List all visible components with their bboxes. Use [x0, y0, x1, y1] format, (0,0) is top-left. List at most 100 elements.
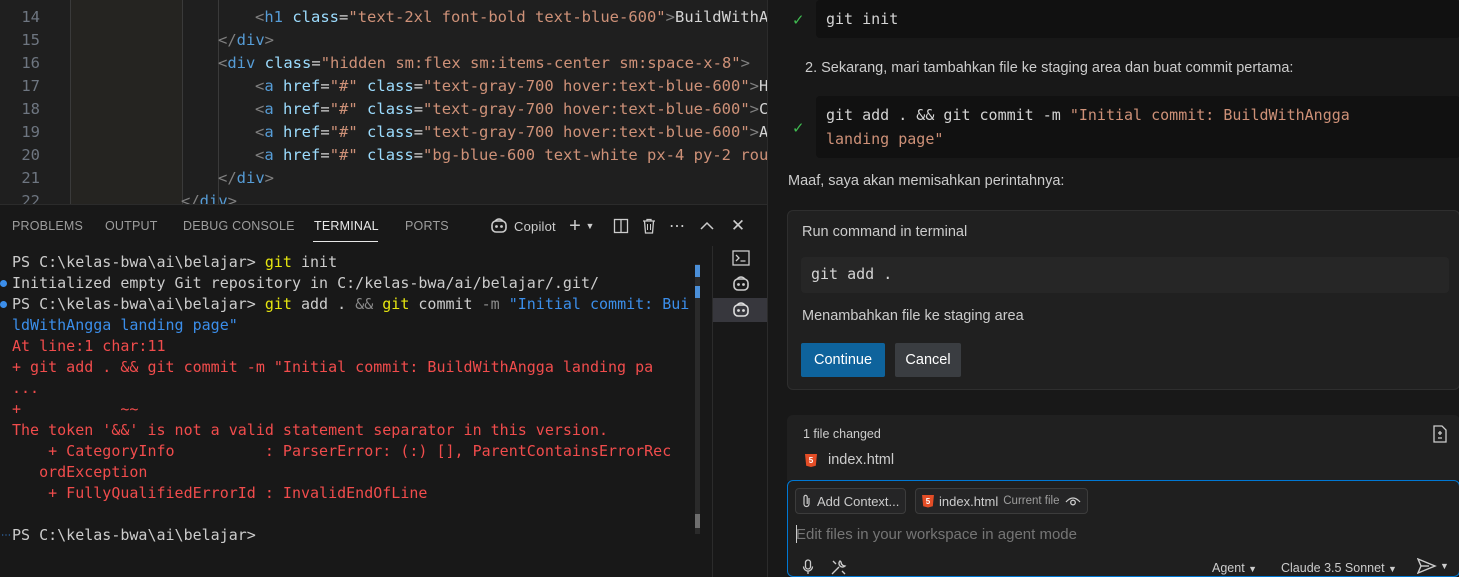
code-block-git-commit: git add . && git commit -m "Initial comm… [816, 96, 1459, 158]
copilot-icon[interactable] [490, 217, 508, 235]
scroll-marker [695, 514, 700, 528]
chat-input[interactable] [796, 523, 1436, 545]
mode-label: Agent [1212, 561, 1245, 575]
close-panel-icon[interactable]: ✕ [729, 216, 747, 235]
code-text: <a href="#" class="text-gray-700 hover:t… [255, 100, 767, 118]
command-text: git add . [811, 265, 893, 283]
maximize-panel-icon[interactable] [698, 217, 716, 235]
terminal-line: + git add . && git commit -m "Initial co… [12, 358, 654, 376]
view-changes-icon[interactable] [1432, 425, 1448, 448]
tab-debug-console[interactable]: DEBUG CONSOLE [183, 219, 295, 233]
tab-ports[interactable]: PORTS [405, 219, 449, 233]
line-number: 21 [21, 169, 40, 187]
command-decoration-icon[interactable]: ⋯ [1, 530, 11, 541]
changed-file-name[interactable]: index.html [828, 452, 894, 468]
code-text: <a href="#" class="text-gray-700 hover:t… [255, 123, 767, 141]
terminal-scrollbar[interactable] [695, 264, 700, 534]
cancel-button[interactable]: Cancel [895, 343, 961, 377]
terminal-line: + FullyQualifiedErrorId : InvalidEndOfLi… [12, 484, 428, 502]
run-command-code: git add . [801, 257, 1449, 293]
model-dropdown[interactable]: Claude 3.5 Sonnet ▼ [1281, 561, 1397, 575]
chat-composer: Add Context... 5 index.html Current file… [787, 480, 1459, 577]
line-number: 14 [21, 8, 40, 26]
code-line: 15 </div> [0, 29, 767, 52]
continue-button[interactable]: Continue [801, 343, 885, 377]
terminal-line: The token '&&' is not a valid statement … [12, 421, 609, 439]
run-command-card: Run command in terminal git add . Menamb… [787, 210, 1459, 390]
code-line: 16 <div class="hidden sm:flex sm:items-ce… [0, 52, 767, 75]
html-file-icon: 5 [922, 494, 934, 508]
terminal-line: + CategoryInfo : ParserError: (:) [], Pa… [12, 442, 672, 460]
chevron-down-icon[interactable]: ▼ [584, 217, 596, 235]
command-string: "Initial commit: BuildWithAngga [1069, 106, 1350, 124]
tab-problems[interactable]: PROBLEMS [12, 219, 83, 233]
eye-icon [1065, 497, 1080, 506]
terminal-line: At line:1 char:11 [12, 337, 166, 355]
code-text: </div> [218, 31, 275, 49]
current-file-tag: Current file [1003, 495, 1060, 507]
copilot-label[interactable]: Copilot [514, 219, 556, 234]
chevron-down-icon[interactable]: ▼ [1440, 561, 1449, 571]
code-text: <h1 class="text-2xl font-bold text-blue-… [255, 8, 767, 26]
terminal-list-item-powershell[interactable] [713, 246, 768, 270]
code-block-git-init: git init [816, 0, 1459, 38]
command-string: landing page" [826, 130, 944, 148]
line-number: 19 [21, 123, 40, 141]
add-context-label: Add Context... [817, 493, 900, 509]
code-line: 18 <a href="#" class="text-gray-700 hover… [0, 98, 767, 121]
tools-icon[interactable] [830, 559, 847, 577]
terminal-output[interactable]: PS C:\kelas-bwa\ai\belajar> git init Init… [0, 246, 712, 577]
active-tab-indicator [313, 241, 378, 242]
scroll-marker [695, 286, 700, 298]
panel-tab-bar: PROBLEMS OUTPUT DEBUG CONSOLE TERMINAL P… [0, 204, 767, 246]
command-text: git add . && git commit -m [826, 106, 1070, 124]
tab-output[interactable]: OUTPUT [105, 219, 158, 233]
chevron-down-icon: ▼ [1388, 564, 1397, 574]
check-icon: ✓ [792, 120, 805, 137]
terminal-line: ldWithAngga landing page" [12, 316, 238, 334]
line-number: 17 [21, 77, 40, 95]
tab-terminal[interactable]: TERMINAL [314, 219, 379, 233]
microphone-icon[interactable] [802, 559, 814, 577]
scroll-marker [695, 265, 700, 277]
assistant-message: Maaf, saya akan memisahkan perintahnya: [788, 173, 1065, 189]
command-status-dot[interactable] [0, 280, 7, 287]
split-terminal-icon[interactable] [612, 217, 630, 235]
code-line: 22 </div> [0, 190, 767, 204]
new-terminal-icon[interactable]: + [566, 215, 584, 237]
terminal-icon [731, 250, 750, 266]
code-line: 20 <a href="#" class="bg-blue-600 text-wh… [0, 144, 767, 167]
terminal-line: PS C:\kelas-bwa\ai\belajar> git add . &&… [12, 295, 690, 313]
copilot-icon [732, 302, 749, 317]
add-context-button[interactable]: Add Context... [795, 488, 907, 514]
html-file-icon: 5 [805, 454, 817, 467]
terminal-list-item-copilot[interactable] [713, 272, 768, 296]
command-status-dot[interactable] [0, 301, 7, 308]
terminal-line: PS C:\kelas-bwa\ai\belajar> [12, 526, 265, 544]
line-number: 15 [21, 31, 40, 49]
step-text: 2. Sekarang, mari tambahkan file ke stag… [805, 60, 1294, 76]
code-line: 21 </div> [0, 167, 767, 190]
terminal-line: ... [12, 379, 40, 397]
chat-panel: ✓ git init 2. Sekarang, mari tambahkan f… [767, 0, 1459, 577]
command-text: git init [826, 10, 899, 28]
mode-dropdown[interactable]: Agent ▼ [1212, 561, 1257, 575]
code-editor[interactable]: 14 <h1 class="text-2xl font-bold text-blu… [0, 0, 767, 204]
line-number: 18 [21, 100, 40, 118]
code-line: 14 <h1 class="text-2xl font-bold text-blu… [0, 6, 767, 29]
run-card-description: Menambahkan file ke staging area [802, 308, 1024, 324]
current-file-chip[interactable]: 5 index.html Current file [915, 488, 1088, 514]
trash-icon[interactable] [640, 217, 658, 235]
run-card-title: Run command in terminal [802, 224, 968, 240]
send-icon[interactable] [1416, 557, 1437, 577]
line-number: 20 [21, 146, 40, 164]
terminal-line: Initialized empty Git repository in C:/k… [12, 274, 599, 292]
terminal-list-item-copilot-active[interactable] [713, 298, 768, 322]
code-text: </div> [218, 169, 275, 187]
terminal-line: ordException [12, 463, 148, 481]
files-changed-count: 1 file changed [803, 427, 881, 441]
code-text: <a href="#" class="bg-blue-600 text-whit… [255, 146, 767, 164]
code-line: 17 <a href="#" class="text-gray-700 hover… [0, 75, 767, 98]
more-icon[interactable]: ⋯ [668, 217, 686, 235]
